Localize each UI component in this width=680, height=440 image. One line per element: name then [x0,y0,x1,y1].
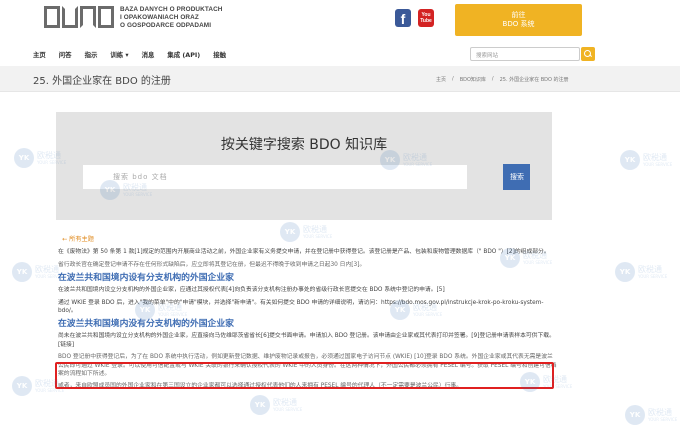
kb-search-panel: 按关键字搜索 BDO 知识库 搜索 bdo 文档 搜索 [56,112,552,220]
watermark-sub: YOUR SERVICE [273,407,303,412]
facebook-icon[interactable]: f [395,9,411,27]
watermark-name: 欧税通 [643,153,667,162]
watermark-mark: YK [12,376,32,396]
watermark-logo: YK欧税通YOUR SERVICE [620,150,672,170]
watermark-name: 欧税通 [648,408,672,417]
watermark-mark: YK [14,148,34,168]
go-to-bdo-system-button[interactable]: 前往 BDO 系统 [455,4,582,36]
paragraph-wkie-login: 通过 WKIE 登录 BDO 后，进入"我的菜单"中的"申请"模块，并选择"新申… [58,299,544,315]
nav-item-news[interactable]: 消息 [142,50,155,59]
watermark-logo: YK欧税通YOUR SERVICE [250,395,302,415]
nav-item-faq[interactable]: 问答 [59,50,72,59]
watermark-sub: YOUR SERVICE [648,417,678,422]
watermark-logo: YK欧税通YOUR SERVICE [12,262,64,282]
logo-square-4 [98,6,114,28]
site-search-input[interactable]: 搜索网站 [470,47,580,61]
kb-search-button[interactable]: 搜索 [503,164,530,190]
watermark-mark: YK [625,405,645,425]
breadcrumb-sep-2: / [491,76,494,82]
breadcrumb-home[interactable]: 主页 [436,76,446,83]
go-button-line-2: BDO 系统 [502,20,535,28]
main-nav: 主页 问答 指示 训练 ▾ 消息 集成 (API) 接触 搜索网站 [0,42,680,66]
bdo-logo[interactable] [44,6,114,28]
nav-item-api[interactable]: 集成 (API) [167,50,200,59]
highlight-box [55,362,554,389]
go-button-line-1: 前往 [511,11,526,19]
logo-square-3 [80,6,96,28]
paragraph-intro: 在《废物法》第 50 条第 1 款[1]规定的范围内开展商业活动之前，外国企业家… [58,249,550,256]
kb-search-input[interactable]: 搜索 bdo 文档 [83,165,467,189]
heading-without-branch: 在波兰共和国境内没有分支机构的外国企业家 [58,319,234,330]
breadcrumb: 主页 / BDO知识库 / 25. 外国企业家在 BDO 的注册 [436,76,569,83]
watermark-mark: YK [250,395,270,415]
breadcrumb-kb[interactable]: BDO知识库 [460,76,486,83]
header: BAZA DANYCH O PRODUKTACH I OPAKOWANIACH … [0,0,680,42]
watermark-name: 欧税通 [273,398,297,407]
watermark-mark: YK [12,262,32,282]
watermark-name: 欧税通 [638,265,662,274]
logo-square-1 [44,6,60,28]
page-title: 25. 外国企业家在 BDO 的注册 [33,76,171,87]
breadcrumb-current: 25. 外国企业家在 BDO 的注册 [499,77,569,83]
watermark-mark: YK [615,262,635,282]
logo-square-2 [62,6,78,28]
all-topics-link[interactable]: ← 所有主题 [62,236,558,244]
search-icon[interactable] [581,47,595,61]
kb-search-title: 按关键字搜索 BDO 知识库 [220,137,388,153]
heading-with-branch: 在波兰共和国境内设有分支机构的外国企业家 [58,273,234,284]
logo-text-line-2: I OPAKOWANIACH ORAZ [120,14,199,21]
nav-item-home[interactable]: 主页 [33,50,46,59]
logo-text-line-3: O GOSPODARCE ODPADAMI [120,22,212,29]
watermark-sub: YOUR SERVICE [643,162,673,167]
breadcrumb-sep-1: / [452,76,454,82]
logo-text: BAZA DANYCH O PRODUKTACH I OPAKOWANIACH … [120,6,223,30]
paragraph-registration-deadline: 省行政长官在确定登记申请不存在任何形式缺陷后，应立即将其登记在册，但最迟不得晚于… [58,261,366,268]
nav-item-training[interactable]: 训练 ▾ [110,50,128,59]
watermark-logo: YK欧税通YOUR SERVICE [625,405,677,425]
paragraph-without-branch: 尚未在波兰共和国境内设立分支机构的外国企业家，应直接向马佐维耶茨省省长[6]提交… [58,333,555,348]
logo-text-line-1: BAZA DANYCH O PRODUKTACH [120,6,223,13]
title-bar: 25. 外国企业家在 BDO 的注册 主页 / BDO知识库 / 25. 外国企… [0,66,680,92]
paragraph-with-branch: 在波兰共和国境内设立分支机构的外国企业家，应通过其授权代表[4]向负责该分支机构… [58,287,445,294]
watermark-name: 欧税通 [35,265,59,274]
nav-item-contact[interactable]: 接触 [213,50,226,59]
watermark-name: 欧税通 [303,225,327,234]
watermark-logo: YK欧税通YOUR SERVICE [615,262,667,282]
watermark-mark: YK [620,150,640,170]
nav-item-instructions[interactable]: 指示 [85,50,98,59]
watermark-sub: YOUR SERVICE [638,274,668,279]
youtube-icon[interactable]: You Tube [418,9,434,27]
